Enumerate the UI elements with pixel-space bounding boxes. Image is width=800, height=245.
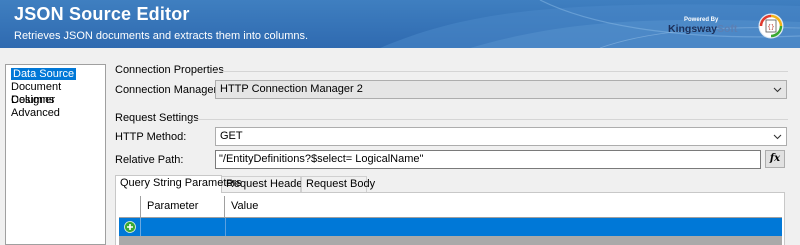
brand-name: KingswaySoft [668, 23, 737, 35]
relative-path-input[interactable]: "/EntityDefinitions?$select= LogicalName… [215, 150, 761, 169]
group-divider [212, 71, 788, 72]
grid-corner [119, 196, 141, 218]
page-subtitle: Retrieves JSON documents and extracts th… [14, 30, 309, 42]
relative-path-label: Relative Path: [115, 154, 184, 166]
request-settings-heading: Request Settings [115, 112, 199, 124]
http-method-select[interactable]: GET [215, 127, 787, 146]
connection-manager-value: HTTP Connection Manager 2 [220, 83, 363, 95]
expression-builder-button[interactable]: fx [765, 150, 785, 168]
sidebar-item-document-designer[interactable]: Document Designer [8, 81, 105, 106]
sidebar-item-data-source[interactable]: Data Source [8, 68, 105, 81]
group-divider [192, 119, 788, 120]
grid-header: Parameter Name Value [119, 196, 782, 233]
sidebar-item-label: Columns [11, 94, 55, 106]
tab-request-body[interactable]: Request Body [301, 176, 375, 192]
svg-text:{}: {} [767, 24, 774, 31]
column-header-value[interactable]: Value [225, 196, 782, 218]
query-parameters-grid[interactable]: Parameter Name Value [119, 196, 782, 245]
brand-name-part-2: Soft [717, 23, 738, 35]
new-row[interactable] [119, 218, 782, 236]
page-title: JSON Source Editor [14, 4, 190, 24]
column-header-parameter-name[interactable]: Parameter Name [141, 196, 225, 233]
row-header[interactable] [119, 218, 141, 236]
connection-manager-select[interactable]: HTTP Connection Manager 2 [215, 80, 787, 99]
tab-query-string-parameters[interactable]: Query String Parameters [115, 175, 242, 193]
http-method-value: GET [220, 130, 243, 142]
chevron-down-icon[interactable] [773, 85, 782, 94]
connection-manager-label: Connection Manager: [115, 84, 221, 96]
sidebar-item-advanced[interactable]: Advanced [8, 107, 105, 120]
brand-name-part-1: Kingsway [668, 23, 718, 35]
chevron-down-icon[interactable] [773, 132, 782, 141]
json-document-icon: {} [758, 13, 784, 39]
sidebar-nav: Data Source Document Designer Columns Ad… [5, 64, 106, 245]
connection-properties-heading: Connection Properties [115, 64, 224, 76]
add-row-icon[interactable] [124, 221, 136, 233]
header-banner: JSON Source Editor Retrieves JSON docume… [0, 0, 800, 48]
relative-path-value: "/EntityDefinitions?$select= LogicalName… [219, 153, 424, 165]
cell-divider [225, 218, 226, 236]
http-method-label: HTTP Method: [115, 131, 187, 143]
kingswaysoft-logo: Powered By KingswaySoft [666, 17, 746, 39]
sidebar-item-label: Data Source [11, 68, 77, 80]
sidebar-item-columns[interactable]: Columns [8, 94, 105, 107]
sidebar-item-label: Advanced [11, 107, 60, 119]
